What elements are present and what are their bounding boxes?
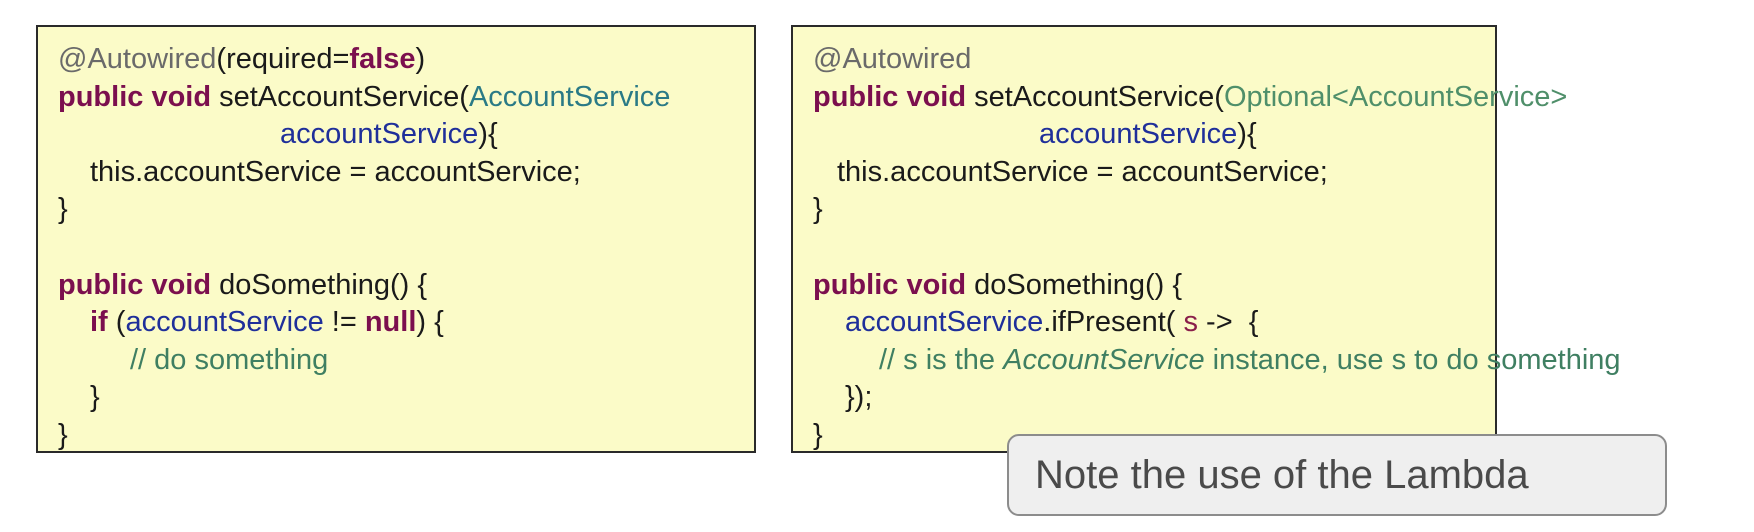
code-token: setAccountService(: [966, 80, 1224, 113]
comment-italic-token: AccountService: [1003, 343, 1205, 376]
code-line: accountService){: [813, 116, 1495, 154]
keyword-token: public void: [58, 80, 212, 113]
note-text: Note the use of the Lambda: [1035, 452, 1529, 497]
code-token: ) {: [416, 306, 444, 339]
type-token: Optional<AccountService>: [1223, 80, 1568, 113]
keyword-token: if: [90, 306, 108, 339]
code-token: setAccountService(: [211, 80, 469, 113]
lambda-param-token: s: [1183, 306, 1199, 339]
comment-token: // do something: [130, 343, 329, 376]
variable-token: accountService: [125, 306, 324, 339]
variable-token: accountService: [280, 118, 479, 151]
code-line: accountService.ifPresent( s -> {: [813, 304, 1495, 342]
code-token: (required=: [216, 43, 350, 75]
code-line: this.accountService = accountService;: [813, 154, 1495, 192]
code-line: public void doSomething() {: [813, 267, 1495, 305]
code-line: public void setAccountService(Optional<A…: [813, 79, 1567, 117]
code-line: });: [813, 379, 1495, 417]
code-panel-required-false: @Autowired(required=false) public void s…: [36, 25, 756, 453]
type-token: AccountService: [468, 80, 671, 113]
code-line: @Autowired: [813, 41, 1495, 79]
code-token: doSomething() {: [966, 268, 1183, 301]
code-token: doSomething() {: [211, 268, 428, 301]
code-token: !=: [323, 306, 365, 339]
annotation-token: @Autowired: [813, 43, 972, 75]
comment-token: instance, use s to do something: [1204, 343, 1621, 376]
code-line: }: [58, 191, 754, 229]
variable-token: accountService: [845, 306, 1044, 339]
keyword-token: public void: [58, 268, 212, 301]
code-token: }: [58, 418, 68, 451]
code-line: if (accountService != null) {: [58, 304, 754, 342]
code-token: ){: [1237, 118, 1257, 151]
code-line: accountService){: [58, 116, 754, 154]
code-token: ->: [1198, 306, 1241, 339]
code-line: }: [58, 417, 754, 455]
code-token: this.accountService = accountService;: [90, 155, 581, 188]
note-callout: Note the use of the Lambda: [1007, 434, 1667, 516]
keyword-token: public void: [813, 268, 967, 301]
code-line: }: [813, 191, 1495, 229]
code-line: public void doSomething() {: [58, 267, 754, 305]
code-line: this.accountService = accountService;: [58, 154, 754, 192]
code-token: }: [813, 193, 823, 226]
code-token: }: [90, 381, 100, 414]
code-panel-optional: @Autowired public void setAccountService…: [791, 25, 1621, 453]
code-line: // s is the AccountService instance, use…: [813, 342, 1621, 380]
code-token: ): [415, 43, 426, 75]
code-token: ){: [478, 118, 498, 151]
code-token: this.accountService = accountService;: [837, 155, 1328, 188]
code-token: .ifPresent(: [1043, 306, 1184, 339]
code-line: @Autowired(required=false): [58, 41, 754, 79]
annotation-token: @Autowired: [58, 43, 217, 75]
code-token: }: [813, 418, 823, 451]
keyword-token: false: [349, 43, 416, 75]
variable-token: accountService: [1039, 118, 1238, 151]
code-token: }: [58, 193, 68, 226]
code-line: // do something: [58, 342, 754, 380]
keyword-token: null: [364, 306, 417, 339]
code-line: public void setAccountService(AccountSer…: [58, 79, 754, 117]
comment-token: // s is the: [879, 343, 1004, 376]
code-token: {: [1240, 306, 1259, 339]
code-token: (: [107, 306, 126, 339]
keyword-token: public void: [813, 80, 967, 113]
code-token: });: [845, 381, 873, 414]
code-line: }: [58, 379, 754, 417]
